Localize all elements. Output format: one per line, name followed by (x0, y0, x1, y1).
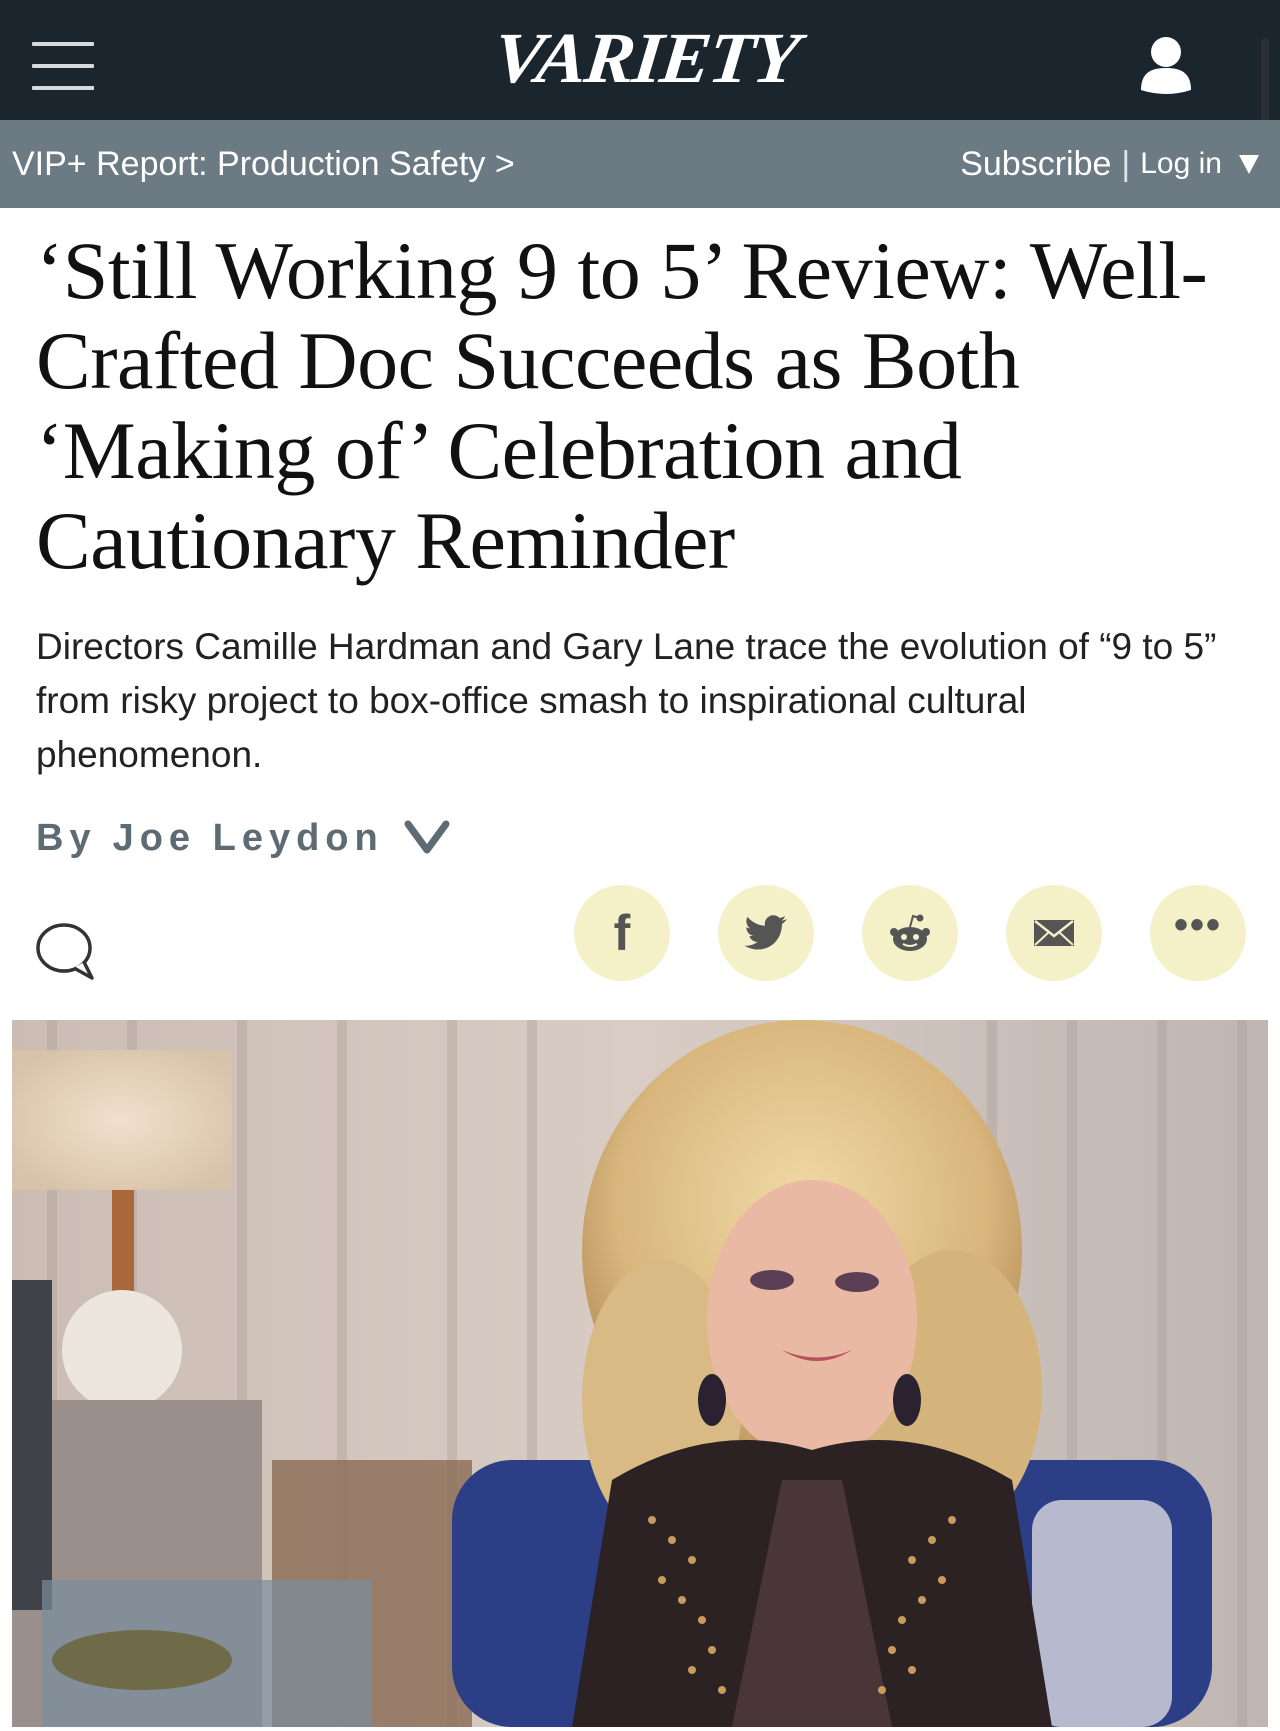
subscribe-link[interactable]: Subscribe (960, 145, 1111, 184)
separator: | (1121, 144, 1131, 183)
facebook-share-button[interactable]: f (574, 885, 670, 981)
more-icon: ••• (1173, 903, 1222, 947)
author-name[interactable]: Joe Leydon (113, 817, 384, 860)
user-icon[interactable] (1138, 34, 1194, 96)
twitter-icon (744, 915, 787, 950)
logo-text: VARIETY (489, 18, 802, 98)
sub-nav-bar: VIP+ Report: Production Safety > Subscri… (0, 120, 1280, 208)
comment-icon[interactable] (34, 918, 98, 982)
email-icon (1034, 920, 1074, 946)
email-share-button[interactable] (1006, 885, 1102, 981)
hero-image (12, 1020, 1268, 1727)
article-dek: Directors Camille Hardman and Gary Lane … (36, 626, 1217, 775)
hero-photo (12, 1020, 1268, 1727)
chevron-down-icon[interactable] (402, 818, 452, 858)
reddit-share-button[interactable] (862, 885, 958, 981)
more-share-button[interactable]: ••• (1150, 885, 1246, 981)
twitter-share-button[interactable] (718, 885, 814, 981)
top-nav-bar: VARIETY (0, 0, 1280, 206)
vip-report-link[interactable]: VIP+ Report: Production Safety > (12, 120, 515, 208)
login-link[interactable]: Log in (1140, 147, 1222, 181)
reddit-icon (890, 914, 930, 951)
facebook-icon: f (613, 905, 631, 961)
account-links: Subscribe | Log in (960, 120, 1260, 208)
byline: By Joe Leydon (36, 808, 452, 868)
variety-logo[interactable]: VARIETY (0, 18, 1280, 98)
dropdown-caret-icon[interactable] (1238, 153, 1260, 175)
byline-prefix: By (36, 816, 97, 859)
article-headline: ‘Still Working 9 to 5’ Review: Well-Craf… (36, 225, 1208, 586)
